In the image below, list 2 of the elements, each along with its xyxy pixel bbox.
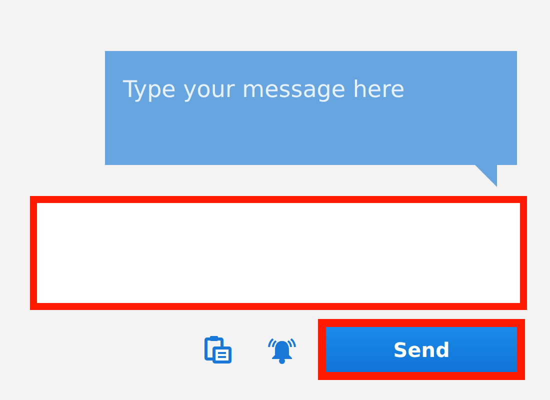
send-button[interactable]: Send	[326, 327, 517, 372]
tooltip-text: Type your message here	[123, 77, 405, 103]
